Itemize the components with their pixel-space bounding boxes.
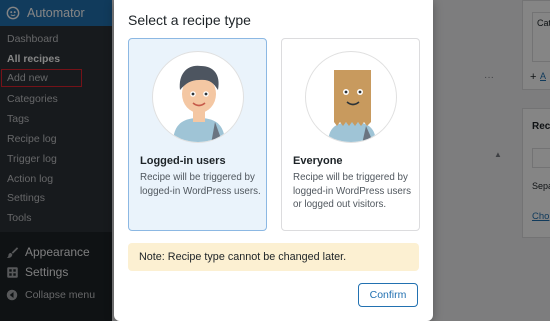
- option-everyone[interactable]: Everyone Recipe will be triggered by log…: [281, 38, 420, 231]
- option-title: Logged-in users: [140, 155, 226, 167]
- confirm-button[interactable]: Confirm: [358, 283, 418, 307]
- option-description: Recipe will be triggered by logged-in Wo…: [293, 172, 411, 210]
- option-logged-in-users[interactable]: Logged-in users Recipe will be triggered…: [128, 38, 267, 231]
- logged-in-user-illustration: [152, 51, 244, 143]
- recipe-type-note: Note: Recipe type cannot be changed late…: [128, 243, 419, 271]
- modal-title: Select a recipe type: [128, 12, 251, 28]
- option-title: Everyone: [293, 155, 343, 167]
- recipe-type-modal: Select a recipe type Logged-in users Rec…: [114, 0, 433, 321]
- everyone-illustration: [305, 51, 397, 143]
- option-description: Recipe will be triggered by logged-in Wo…: [140, 172, 261, 197]
